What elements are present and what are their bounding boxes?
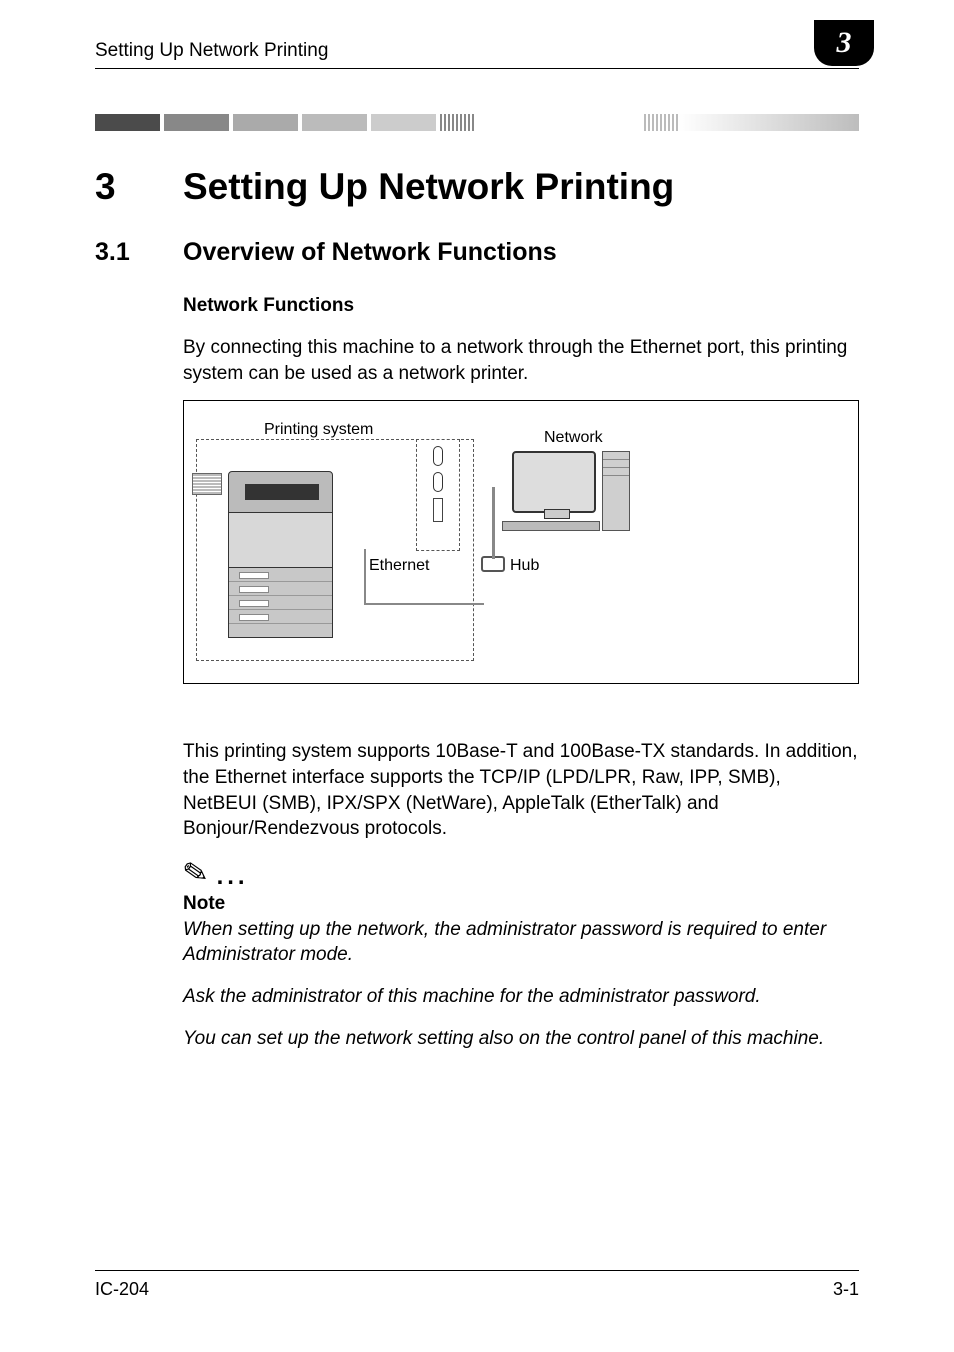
network-diagram: Printing system Network Ethernet Hub xyxy=(183,400,859,684)
header-rule xyxy=(95,68,859,69)
chapter-title: Setting Up Network Printing xyxy=(183,166,674,208)
diagram-label-hub: Hub xyxy=(510,557,539,575)
network-line xyxy=(492,487,495,559)
note-dots: ... xyxy=(217,863,249,890)
printer-icon xyxy=(228,471,343,649)
controller-icon xyxy=(416,439,460,551)
subsection-heading: Network Functions xyxy=(183,295,859,317)
chapter-tab-number: 3 xyxy=(837,26,852,60)
footer-page-number: 3-1 xyxy=(833,1279,859,1300)
section-title: Overview of Network Functions xyxy=(183,238,557,267)
monitor-icon xyxy=(512,451,596,513)
diagram-label-printing-system: Printing system xyxy=(264,421,373,439)
footer-model: IC-204 xyxy=(95,1279,149,1300)
computer-tower-icon xyxy=(602,451,630,531)
note-paragraph-3: You can set up the network setting also … xyxy=(183,1026,859,1052)
keyboard-icon xyxy=(502,521,600,531)
note-label: Note xyxy=(183,893,859,915)
note-paragraph-2: Ask the administrator of this machine fo… xyxy=(183,984,859,1010)
standards-paragraph: This printing system supports 10Base-T a… xyxy=(183,739,859,842)
ethernet-line xyxy=(364,549,484,605)
paper-tray-icon xyxy=(192,473,222,495)
intro-paragraph: By connecting this machine to a network … xyxy=(183,335,859,386)
chapter-number: 3 xyxy=(95,166,183,208)
note-icon: ✎ xyxy=(180,854,211,893)
note-paragraph-1: When setting up the network, the adminis… xyxy=(183,917,859,968)
note-block: ✎ ... Note When setting up the network, … xyxy=(183,856,859,1052)
page-footer: IC-204 3-1 xyxy=(95,1270,859,1300)
running-header: Setting Up Network Printing xyxy=(95,40,328,62)
diagram-label-network: Network xyxy=(544,429,603,447)
chapter-tab: 3 xyxy=(814,20,874,66)
section-number: 3.1 xyxy=(95,238,183,267)
decorative-bar xyxy=(95,114,859,131)
